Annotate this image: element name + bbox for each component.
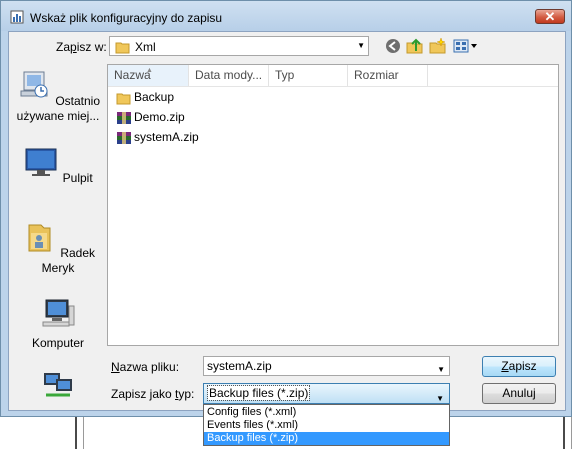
folder-icon	[115, 42, 130, 54]
column-header-name[interactable]: ▲ Nazwa	[108, 65, 189, 86]
place-label: Pulpit	[62, 171, 93, 185]
title-bar[interactable]: Wskaż plik konfiguracyjny do zapisu ✕	[1, 1, 571, 31]
file-type-option-selected[interactable]: Backup files (*.zip)	[204, 432, 449, 445]
file-name: systemA.zip	[134, 130, 199, 144]
zip-archive-icon	[117, 131, 131, 144]
chevron-down-icon[interactable]: ▼	[357, 41, 365, 50]
user-folder-icon	[28, 224, 51, 252]
file-type-value: Backup files (*.zip)	[206, 385, 311, 401]
places-bar: Ostatnio używane miej... Pulpit Radek Me…	[13, 61, 103, 401]
cancel-button[interactable]: Anuluj	[482, 383, 556, 404]
network-icon	[44, 373, 72, 397]
sort-ascending-icon: ▲	[146, 67, 153, 74]
back-icon[interactable]	[384, 37, 402, 55]
place-user-folder[interactable]: Radek Meryk	[13, 221, 103, 276]
close-icon: ✕	[544, 9, 556, 24]
up-folder-icon[interactable]	[406, 37, 424, 55]
app-icon	[10, 10, 24, 24]
file-name: Backup	[134, 90, 175, 104]
column-header-row: ▲ Nazwa Data mody... Typ Rozmiar	[108, 65, 558, 87]
file-list-view[interactable]: ▲ Nazwa Data mody... Typ Rozmiar Backup …	[107, 64, 559, 346]
close-button[interactable]: ✕	[535, 9, 565, 24]
file-name-value: systemA.zip	[207, 359, 272, 373]
chevron-down-icon[interactable]: ▼	[437, 361, 445, 379]
background-window-edge	[563, 417, 565, 449]
place-desktop[interactable]: Pulpit	[13, 146, 103, 186]
recent-places-icon	[20, 71, 48, 98]
file-name-field[interactable]: systemA.zip ▼	[203, 356, 450, 376]
file-name-label: Nazwa pliku:	[111, 360, 180, 374]
place-computer[interactable]: Komputer	[13, 296, 103, 351]
file-row[interactable]: systemA.zip	[116, 128, 199, 146]
column-header-type[interactable]: Typ	[269, 65, 348, 86]
column-header-size[interactable]: Rozmiar	[348, 65, 428, 86]
new-folder-icon[interactable]	[429, 37, 447, 55]
file-type-dropdown-list: Config files (*.xml) Events files (*.xml…	[203, 404, 450, 446]
folder-icon	[116, 93, 131, 105]
file-type-label: Zapisz jako typ:	[111, 387, 195, 401]
background-window-edge	[571, 417, 572, 449]
file-type-option[interactable]: Events files (*.xml)	[204, 419, 449, 432]
desktop-icon	[25, 148, 57, 176]
save-in-value: Xml	[135, 40, 156, 54]
file-row[interactable]: Backup	[116, 88, 174, 106]
column-header-date-modified[interactable]: Data mody...	[189, 65, 269, 86]
place-recent[interactable]: Ostatnio używane miej...	[13, 69, 103, 124]
file-type-select[interactable]: Backup files (*.zip) ▼	[203, 383, 450, 404]
computer-icon	[42, 299, 75, 327]
background-window-edge	[75, 417, 77, 449]
background-window-edge	[83, 417, 84, 449]
save-in-combobox[interactable]: Xml ▼	[109, 36, 369, 56]
window-title: Wskaż plik konfiguracyjny do zapisu	[30, 11, 223, 25]
place-label: Komputer	[31, 336, 85, 350]
file-row[interactable]: Demo.zip	[116, 108, 185, 126]
file-name: Demo.zip	[134, 110, 185, 124]
view-menu-icon[interactable]	[453, 37, 479, 55]
save-button[interactable]: Zapisz	[482, 356, 556, 377]
place-network[interactable]	[13, 369, 103, 409]
zip-archive-icon	[117, 111, 131, 124]
file-type-option[interactable]: Config files (*.xml)	[204, 406, 449, 419]
save-in-label: Zapisz w:	[56, 40, 107, 54]
